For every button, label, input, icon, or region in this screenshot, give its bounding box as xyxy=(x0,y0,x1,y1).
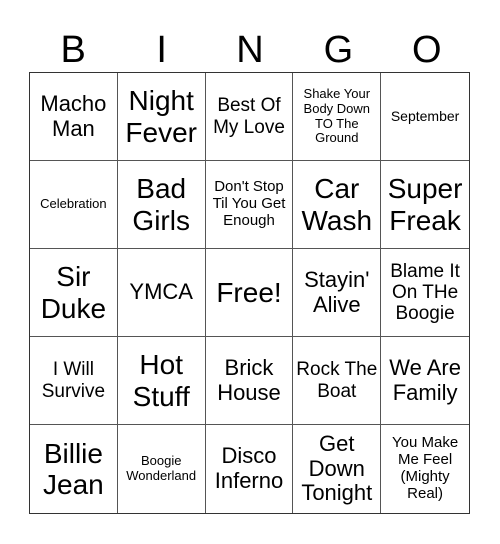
bingo-cell[interactable]: Hot Stuff xyxy=(117,337,206,425)
bingo-grid: Macho Man Night Fever Best Of My Love Sh… xyxy=(29,72,470,514)
bingo-cell[interactable]: September xyxy=(381,73,469,161)
bingo-cell[interactable]: Bad Girls xyxy=(117,161,206,249)
bingo-cell[interactable]: Night Fever xyxy=(117,73,206,161)
bingo-cell[interactable]: Shake Your Body Down TO The Ground xyxy=(293,73,382,161)
bingo-cell[interactable]: Sir Duke xyxy=(30,249,118,337)
bingo-cell[interactable]: Stayin' Alive xyxy=(293,249,382,337)
bingo-cell-free[interactable]: Free! xyxy=(205,249,294,337)
bingo-cell[interactable]: Disco Inferno xyxy=(206,425,294,513)
bingo-cell[interactable]: Don't Stop Til You Get Enough xyxy=(205,161,294,249)
bingo-cell[interactable]: Super Freak xyxy=(381,161,469,249)
bingo-cell[interactable]: Brick House xyxy=(205,337,294,425)
bingo-cell[interactable]: Get Down Tonight xyxy=(293,425,382,513)
header-letter-g: G xyxy=(323,29,354,71)
header-letter-n: N xyxy=(236,29,264,71)
header-letter-o: O xyxy=(412,29,442,71)
bingo-cell[interactable]: I Will Survive xyxy=(30,337,118,425)
bingo-cell[interactable]: Blame It On THe Boogie xyxy=(381,249,469,337)
bingo-cell[interactable]: Billie Jean xyxy=(30,425,118,513)
bingo-cell[interactable]: Car Wash xyxy=(293,161,382,249)
bingo-header: B I N G O xyxy=(29,28,471,72)
bingo-cell[interactable]: Macho Man xyxy=(30,73,118,161)
bingo-cell[interactable]: Rock The Boat xyxy=(293,337,382,425)
bingo-cell[interactable]: Best Of My Love xyxy=(205,73,294,161)
bingo-cell[interactable]: We Are Family xyxy=(381,337,469,425)
header-letter-b: B xyxy=(60,29,86,71)
bingo-cell[interactable]: You Make Me Feel (Mighty Real) xyxy=(381,425,469,513)
bingo-cell[interactable]: Boogie Wonderland xyxy=(118,425,206,513)
header-letter-i: I xyxy=(156,29,167,71)
bingo-cell[interactable]: YMCA xyxy=(117,249,206,337)
bingo-cell[interactable]: Celebration xyxy=(30,161,118,249)
